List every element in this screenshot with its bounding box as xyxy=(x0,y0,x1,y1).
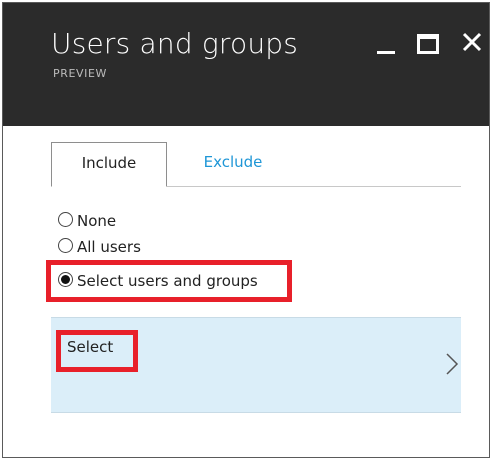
select-users-panel[interactable]: Select xyxy=(51,317,461,413)
blade-window: Users and groups PREVIEW Include Exclude… xyxy=(2,2,490,458)
minimize-button[interactable] xyxy=(373,29,399,55)
radio-none[interactable] xyxy=(58,212,73,227)
radio-all-users[interactable] xyxy=(58,238,73,253)
tab-exclude[interactable]: Exclude xyxy=(193,142,273,186)
highlight-box-radio xyxy=(46,260,292,302)
chevron-right-icon xyxy=(446,353,459,375)
maximize-icon xyxy=(417,34,439,54)
close-button[interactable] xyxy=(459,29,485,55)
highlight-box-select xyxy=(56,330,138,372)
radio-option-all-users[interactable]: All users xyxy=(58,236,141,254)
include-exclude-tabs: Include Exclude xyxy=(51,142,461,187)
close-icon xyxy=(462,32,482,52)
minimize-icon xyxy=(377,51,395,54)
blade-subtitle: PREVIEW xyxy=(53,67,108,80)
maximize-button[interactable] xyxy=(414,29,440,55)
blade-title: Users and groups xyxy=(51,27,299,60)
radio-all-users-label: All users xyxy=(77,238,141,254)
radio-option-none[interactable]: None xyxy=(58,210,116,232)
blade-header: Users and groups PREVIEW xyxy=(3,3,489,126)
radio-none-label: None xyxy=(77,212,117,230)
tab-include[interactable]: Include xyxy=(51,142,167,187)
